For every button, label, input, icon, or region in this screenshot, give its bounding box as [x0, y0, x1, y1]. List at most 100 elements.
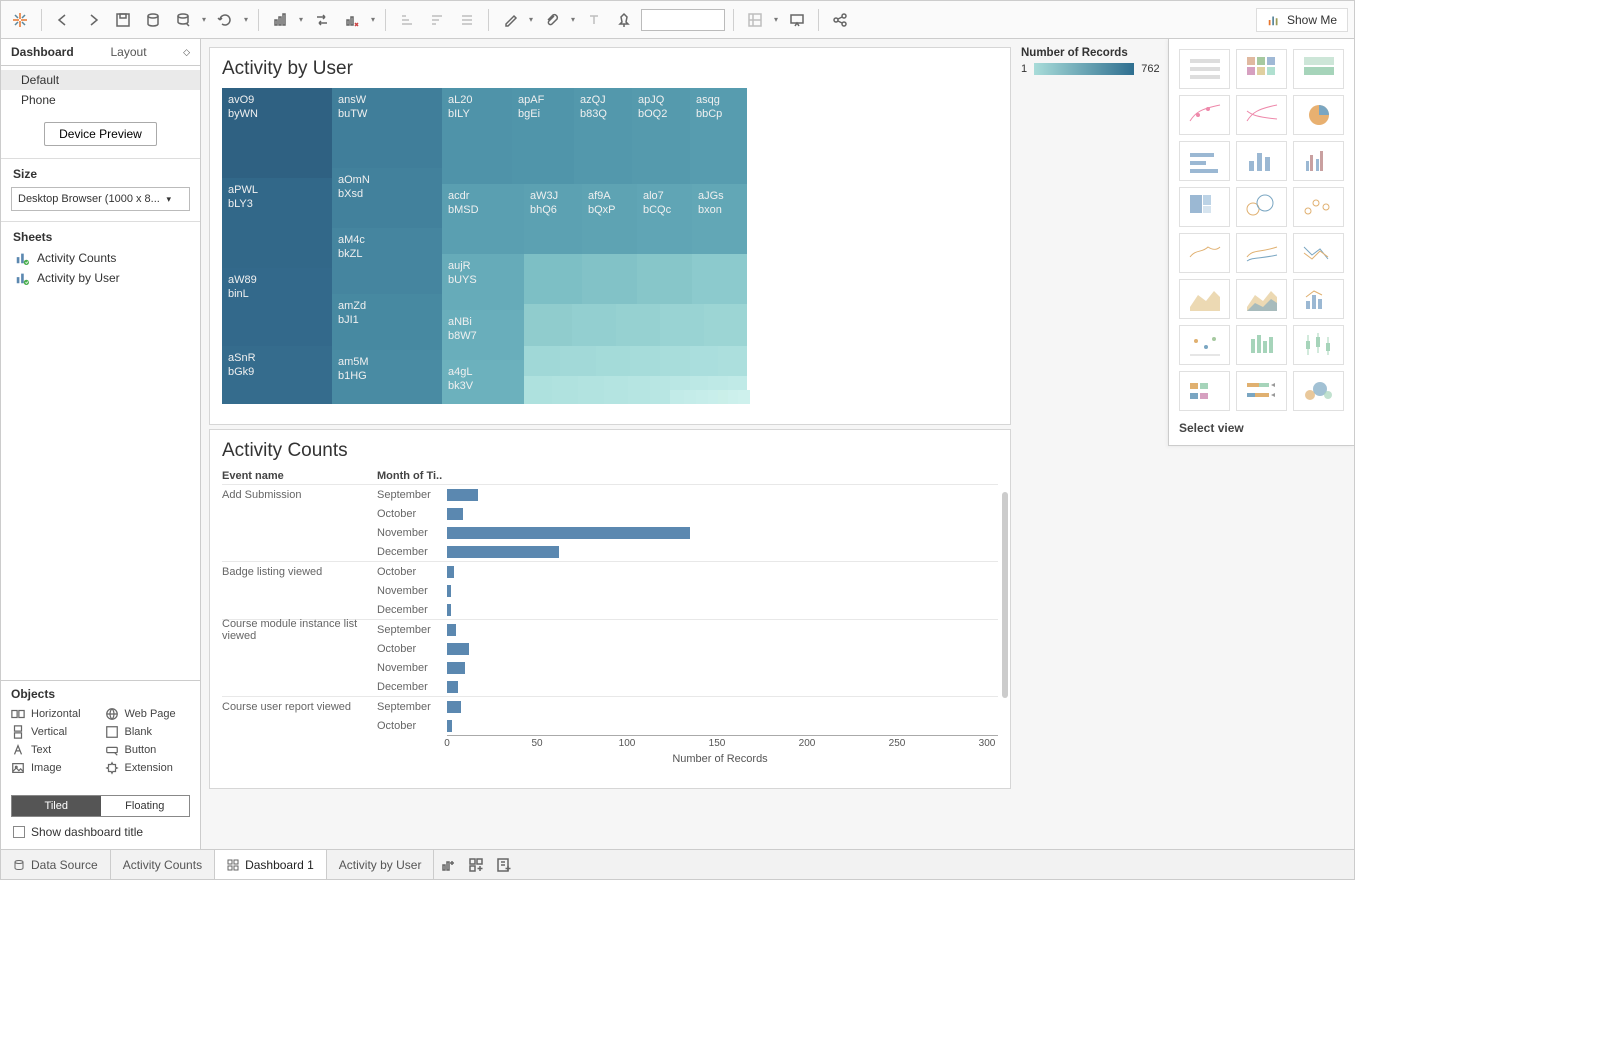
obj-image[interactable]: Image: [11, 761, 97, 775]
treemap-cell[interactable]: [572, 304, 616, 346]
presentation-icon[interactable]: [784, 7, 810, 33]
treemap-cell[interactable]: aujRbUYS: [442, 254, 524, 310]
treemap-cell[interactable]: [628, 376, 650, 404]
bar-row[interactable]: November: [222, 581, 998, 600]
treemap-cell[interactable]: [524, 304, 572, 346]
treemap-cell[interactable]: [728, 376, 747, 390]
treemap-cell[interactable]: [596, 346, 630, 376]
show-me-thumb[interactable]: [1179, 371, 1230, 411]
show-me-thumb[interactable]: [1179, 141, 1230, 181]
treemap-cell[interactable]: [524, 346, 560, 376]
device-preview-button[interactable]: Device Preview: [44, 122, 157, 146]
dropdown-caret-icon[interactable]: ▾: [242, 15, 250, 24]
show-me-thumb[interactable]: [1236, 141, 1287, 181]
treemap-cell[interactable]: aM4cbkZL: [332, 228, 442, 294]
bar-row[interactable]: October: [222, 716, 998, 735]
dropdown-caret-icon[interactable]: ▾: [297, 15, 305, 24]
show-me-thumb[interactable]: [1179, 49, 1230, 89]
treemap-cell[interactable]: aW3JbhQ6: [524, 184, 582, 254]
obj-horizontal[interactable]: Horizontal: [11, 707, 97, 721]
fit-icon[interactable]: [742, 7, 768, 33]
bar-row[interactable]: December: [222, 677, 998, 696]
treemap-cell[interactable]: [578, 376, 604, 404]
treemap-cell[interactable]: amZdbJI1: [332, 294, 442, 350]
pause-updates-icon[interactable]: [170, 7, 196, 33]
treemap-cell[interactable]: aJGsbxon: [692, 184, 747, 254]
tab-layout[interactable]: Layout◇: [101, 39, 201, 65]
new-worksheet-icon[interactable]: [267, 7, 293, 33]
layout-default[interactable]: Default: [1, 70, 200, 90]
bar-row[interactable]: Course user report viewedSeptember: [222, 697, 998, 716]
treemap-panel[interactable]: Activity by User avO9byWNaPWLbLY3aW89bin…: [209, 47, 1011, 425]
save-icon[interactable]: [110, 7, 136, 33]
treemap-cell[interactable]: a4gLbk3V: [442, 360, 524, 404]
undo-icon[interactable]: [50, 7, 76, 33]
show-me-thumb[interactable]: [1236, 49, 1287, 89]
show-me-thumb[interactable]: [1236, 325, 1287, 365]
sheet-activity-counts[interactable]: Activity Counts: [1, 248, 200, 268]
bar-row[interactable]: December: [222, 600, 998, 619]
tiled-option[interactable]: Tiled: [12, 796, 101, 816]
treemap-cell[interactable]: af9AbQxP: [582, 184, 637, 254]
treemap-cell[interactable]: [670, 390, 684, 404]
treemap-cell[interactable]: [690, 346, 718, 376]
treemap-chart[interactable]: avO9byWNaPWLbLY3aW89binLaSnRbGk9 ansWbuTW…: [222, 88, 747, 404]
treemap-cell[interactable]: [718, 346, 747, 376]
bar-row[interactable]: Course module instance list viewedSeptem…: [222, 620, 998, 639]
swap-icon[interactable]: [309, 7, 335, 33]
show-me-thumb[interactable]: [1293, 95, 1344, 135]
show-me-thumb[interactable]: [1179, 279, 1230, 319]
bar-chart-rows[interactable]: Add SubmissionSeptemberOctoberNovemberDe…: [222, 484, 998, 735]
sort-asc-icon[interactable]: [394, 7, 420, 33]
dropdown-caret-icon[interactable]: ▾: [369, 15, 377, 24]
treemap-cell[interactable]: [670, 376, 690, 390]
treemap-cell[interactable]: [738, 390, 750, 404]
highlight-icon[interactable]: [497, 7, 523, 33]
bar-row[interactable]: Badge listing viewedOctober: [222, 562, 998, 581]
sort-desc-icon[interactable]: [424, 7, 450, 33]
refresh-icon[interactable]: [212, 7, 238, 33]
show-me-thumb[interactable]: [1179, 95, 1230, 135]
show-me-thumb[interactable]: [1293, 187, 1344, 227]
show-me-thumb[interactable]: [1293, 49, 1344, 89]
treemap-cell[interactable]: apAFbgEi: [512, 88, 574, 184]
share-icon[interactable]: [827, 7, 853, 33]
new-dashboard-tab-icon[interactable]: [462, 852, 490, 878]
treemap-cell[interactable]: asqgbbCp: [690, 88, 747, 184]
treemap-cell[interactable]: ansWbuTW: [332, 88, 442, 168]
bar-row[interactable]: November: [222, 658, 998, 677]
show-me-thumb[interactable]: [1293, 325, 1344, 365]
treemap-cell[interactable]: [660, 304, 704, 346]
show-me-thumb[interactable]: [1179, 325, 1230, 365]
show-me-thumb[interactable]: [1236, 187, 1287, 227]
treemap-cell[interactable]: [552, 376, 578, 404]
treemap-cell[interactable]: [660, 346, 690, 376]
clear-sheet-icon[interactable]: [339, 7, 365, 33]
new-story-tab-icon[interactable]: [490, 852, 518, 878]
treemap-cell[interactable]: am5Mb1HG: [332, 350, 442, 404]
treemap-cell[interactable]: azQJb83Q: [574, 88, 632, 184]
treemap-cell[interactable]: aL20bILY: [442, 88, 512, 184]
treemap-cell[interactable]: aPWLbLY3: [222, 178, 332, 268]
treemap-cell[interactable]: [704, 304, 747, 346]
new-datasource-icon[interactable]: [140, 7, 166, 33]
barchart-panel[interactable]: Activity Counts Event name Month of Ti..…: [209, 429, 1011, 789]
treemap-cell[interactable]: [692, 254, 747, 304]
show-me-thumb[interactable]: [1293, 279, 1344, 319]
scrollbar[interactable]: [1002, 492, 1008, 698]
bottom-tab[interactable]: Activity Counts: [111, 850, 215, 879]
obj-button[interactable]: Button: [105, 743, 191, 757]
layout-phone[interactable]: Phone: [1, 90, 200, 110]
bar-row[interactable]: December: [222, 542, 998, 561]
bottom-tab[interactable]: Activity by User: [327, 850, 435, 879]
treemap-cell[interactable]: aOmNbXsd: [332, 168, 442, 228]
sheet-activity-by-user[interactable]: Activity by User: [1, 268, 200, 288]
attach-icon[interactable]: [539, 7, 565, 33]
pin-icon[interactable]: [611, 7, 637, 33]
floating-option[interactable]: Floating: [101, 796, 190, 816]
bar-row[interactable]: Add SubmissionSeptember: [222, 485, 998, 504]
treemap-cell[interactable]: avO9byWN: [222, 88, 332, 178]
treemap-cell[interactable]: aW89binL: [222, 268, 332, 346]
treemap-cell[interactable]: acdrbMSD: [442, 184, 524, 254]
treemap-cell[interactable]: aSnRbGk9: [222, 346, 332, 404]
